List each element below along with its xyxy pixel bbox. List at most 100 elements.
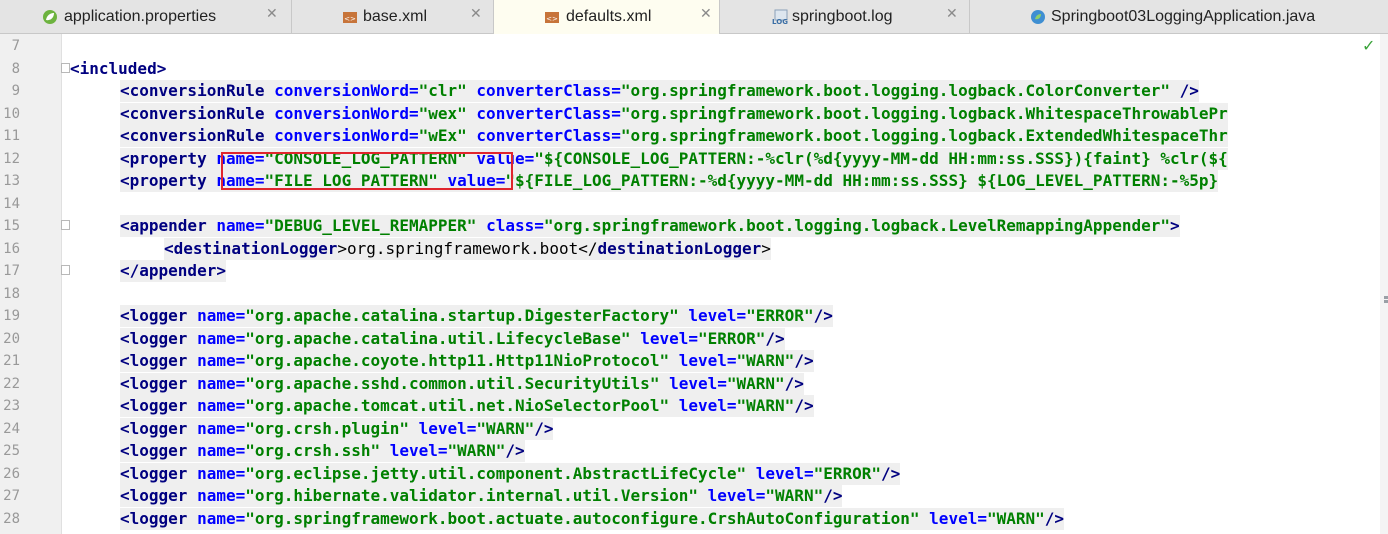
code-token: "WARN"	[726, 373, 785, 393]
code-line: <conversionRule conversionWord="wEx" con…	[120, 125, 1228, 147]
fold-marker-icon[interactable]	[61, 62, 70, 73]
code-token: "ERROR"	[697, 328, 766, 348]
code-line: <logger name="org.crsh.plugin" level="WA…	[120, 417, 554, 440]
spring-leaf-icon	[43, 10, 57, 24]
code-token: level=	[929, 508, 987, 528]
tab-application-properties[interactable]: application.properties ✕	[0, 0, 292, 33]
tab-label: springboot.log	[792, 8, 893, 25]
code-token: level=	[669, 373, 727, 393]
log-file-icon: LOG	[772, 9, 788, 25]
line-number: 28	[3, 510, 20, 527]
code-token: <logger	[120, 351, 198, 370]
close-icon[interactable]: ✕	[946, 6, 958, 22]
code-editor[interactable]: <included> <conversionRule conversionWord…	[70, 34, 1370, 534]
close-icon[interactable]: ✕	[470, 6, 482, 22]
line-number: 14	[3, 195, 20, 212]
error-stripe[interactable]	[1380, 34, 1388, 534]
code-line: <destinationLogger>org.springframework.b…	[164, 237, 771, 260]
code-token: name=	[197, 486, 246, 505]
line-number: 15	[3, 218, 20, 234]
code-token: "org.springframework.boot.logging.logbac…	[543, 216, 1170, 235]
code-line: <logger name="org.springframework.boot.a…	[120, 507, 1065, 530]
code-line: <logger name="org.apache.tomcat.util.net…	[120, 395, 814, 417]
code-token: <logger	[120, 418, 198, 438]
code-token: />	[823, 486, 843, 505]
code-token: <logger	[120, 396, 198, 415]
code-token: level=	[640, 328, 698, 348]
code-token: name=	[197, 351, 246, 370]
code-token: "org.hibernate.validator.internal.util.V…	[245, 486, 708, 505]
line-number: 20	[3, 330, 20, 347]
code-token: "wex"	[418, 103, 477, 123]
code-token: level=	[678, 396, 737, 415]
code-token: "org.springframework.boot.logging.logbac…	[620, 126, 1228, 145]
line-number-gutter: 7 8 9 10 11 12 13 14 15 16 17 18 19 20 21 22 23 24 25 26 27 2…	[0, 34, 62, 534]
code-token: <logger	[120, 373, 198, 393]
code-token: name=	[197, 396, 246, 415]
checkmark-icon: ✓	[1362, 36, 1376, 55]
fold-marker-icon[interactable]	[61, 220, 70, 230]
code-token: />	[505, 441, 525, 460]
tab-springboot03-logging-application-java[interactable]: Springboot03LoggingApplication.java	[970, 0, 1388, 33]
line-number: 11	[3, 128, 20, 144]
code-token: >	[761, 238, 771, 258]
svg-text:LOG: LOG	[772, 18, 788, 25]
code-token: name=	[197, 463, 246, 483]
tab-label: defaults.xml	[566, 8, 652, 25]
fold-marker-icon[interactable]	[61, 265, 70, 275]
code-token: "WARN"	[736, 396, 795, 415]
code-line: <conversionRule conversionWord="wex" con…	[120, 102, 1228, 125]
tab-base-xml[interactable]: <> base.xml ✕	[292, 0, 494, 33]
code-line: <logger name="org.apache.sshd.common.uti…	[120, 372, 804, 395]
tab-springboot-log[interactable]: LOG springboot.log ✕	[720, 0, 970, 33]
editor-tab-bar: application.properties ✕ <> base.xml ✕ <…	[0, 0, 1388, 34]
code-token: "WARN"	[476, 418, 535, 438]
code-token: "org.apache.catalina.startup.DigesterFac…	[245, 306, 689, 325]
code-token: name=	[197, 508, 246, 528]
code-token: <logger	[120, 463, 198, 483]
code-token: <appender	[120, 216, 217, 235]
stripe-marker[interactable]	[1384, 296, 1388, 299]
code-token: <conversionRule	[120, 103, 275, 123]
code-token: level=	[678, 351, 737, 370]
code-token: <logger	[120, 306, 198, 325]
code-token: name=	[216, 216, 265, 235]
code-line: <logger name="org.apache.catalina.startu…	[120, 305, 833, 327]
line-number: 18	[3, 285, 20, 302]
code-token: "WARN"	[447, 441, 506, 460]
code-token: "org.apache.tomcat.util.net.NioSelectorP…	[245, 396, 679, 415]
line-number: 23	[3, 398, 20, 414]
code-token: <property	[120, 148, 217, 168]
code-token: />	[794, 396, 814, 415]
line-number: 22	[3, 375, 20, 392]
code-token: converterClass=	[476, 126, 621, 145]
tab-defaults-xml[interactable]: <> defaults.xml ✕	[494, 0, 720, 34]
code-token: />	[1179, 81, 1199, 100]
stripe-marker[interactable]	[1384, 300, 1388, 303]
code-token: <logger	[120, 328, 198, 348]
code-token: name=	[197, 373, 246, 393]
code-token: name=	[197, 418, 246, 438]
line-number: 19	[3, 308, 20, 324]
close-icon[interactable]: ✕	[266, 6, 278, 22]
code-token: "DEBUG_LEVEL_REMAPPER"	[264, 216, 487, 235]
code-token: "org.crsh.plugin"	[245, 418, 419, 438]
code-token: "org.eclipse.jetty.util.component.Abstra…	[245, 463, 756, 483]
code-line: <conversionRule conversionWord="clr" con…	[120, 80, 1199, 102]
close-icon[interactable]: ✕	[700, 6, 712, 22]
code-token: "WARN"	[765, 486, 824, 505]
line-number: 13	[3, 173, 20, 189]
code-token: >org.springframework.boot</	[337, 238, 598, 258]
code-token: <conversionRule	[120, 81, 275, 100]
code-token: "${CONSOLE_LOG_PATTERN:-%clr(%d{yyyy-MM-…	[534, 148, 1228, 168]
line-number: 12	[3, 150, 20, 167]
code-token: level=	[688, 306, 747, 325]
xml-file-icon: <>	[343, 12, 357, 23]
line-number: 16	[3, 240, 20, 257]
code-token: level=	[389, 441, 448, 460]
code-token: "ERROR"	[746, 306, 814, 325]
line-number: 24	[3, 420, 20, 437]
code-token: "${FILE_LOG_PATTERN:-%d{yyyy-MM-dd HH:mm…	[505, 171, 1219, 190]
code-token: "org.apache.coyote.http11.Http11NioProto…	[245, 351, 679, 370]
code-token: conversionWord=	[274, 103, 419, 123]
